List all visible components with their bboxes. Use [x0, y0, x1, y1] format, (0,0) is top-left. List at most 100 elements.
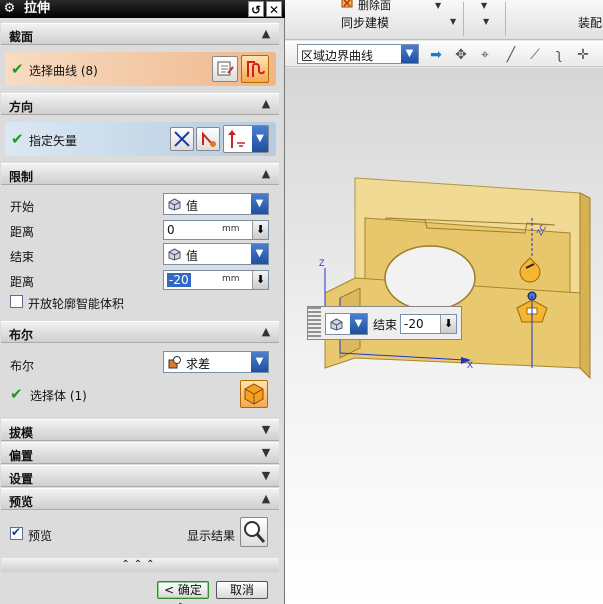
specify-vector-label: 指定矢量 [29, 134, 78, 148]
reset-button[interactable]: ↺ [248, 1, 264, 17]
curve-button[interactable] [241, 55, 269, 83]
chevron-down-icon[interactable]: ▼ [259, 446, 273, 460]
end-distance-input[interactable]: -20 mm ⬇ [163, 270, 269, 290]
check-icon: ✔ [10, 385, 23, 403]
onscreen-end-label: 结束 [373, 318, 398, 332]
chevron-down-icon[interactable]: ▼ [251, 244, 268, 264]
specify-vector-row[interactable]: ✔ 指定矢量 ▼ [5, 122, 276, 156]
chevron-down-icon[interactable]: ▼ [450, 17, 456, 26]
gear-icon[interactable]: ⚙ [2, 1, 17, 16]
preview-checkbox[interactable] [10, 525, 23, 540]
intersection-icon[interactable]: ✥ [453, 47, 469, 63]
collapse-dialog-button[interactable]: ⌃⌃⌃ [1, 558, 279, 572]
preview-label: 预览 [28, 529, 53, 543]
curve-tool-icon[interactable]: ʅ [551, 47, 567, 63]
drag-grip[interactable] [308, 307, 321, 339]
curve-icon [247, 61, 265, 77]
chevron-down-icon[interactable]: ▼ [350, 314, 367, 334]
start-distance-value[interactable]: 0 [167, 223, 175, 237]
chevron-down-icon[interactable]: ▼ [481, 1, 487, 10]
curve-rule-value: 区域边界曲线 [301, 49, 374, 63]
end-distance-label: 距离 [10, 275, 35, 289]
magnifier-icon [244, 521, 266, 543]
reverse-direction-button[interactable] [170, 127, 194, 151]
z-axis-icon [228, 130, 245, 148]
selection-toolbar: 区域边界曲线 ▼ ➡ ✥ ⌖ ╱ ⟋ ʅ ✛ [285, 41, 603, 67]
chevron-down-icon[interactable]: ▼ [251, 352, 268, 372]
delete-face-button[interactable]: 删除面 [358, 0, 391, 13]
section-title: 布尔 [9, 328, 34, 342]
solid-body-icon [244, 383, 264, 405]
chevron-up-icon[interactable]: ▲ [259, 97, 273, 111]
end-type-select[interactable]: 值 ▼ [163, 243, 269, 265]
chevron-down-icon[interactable]: ▼ [483, 17, 489, 26]
section-header-section[interactable]: 截面 ▲ [1, 23, 279, 45]
end-label: 结束 [10, 250, 35, 264]
section-header-preview[interactable]: 预览 ▲ [1, 488, 279, 510]
select-curve-label: 选择曲线 (8) [29, 64, 98, 78]
vector-dialog-button[interactable] [196, 127, 220, 151]
ribbon-toolbar: 删除面 ▼ 同步建模 ▼ ▼ ▼ 装配 [285, 0, 603, 40]
chevron-down-icon[interactable]: ▼ [251, 194, 268, 214]
chevron-up-icon[interactable]: ▲ [259, 167, 273, 181]
axis-z-label: Z [319, 258, 325, 268]
select-body-button[interactable] [240, 380, 268, 408]
section-header-draft[interactable]: 拔模 ▼ [1, 419, 279, 441]
line-icon[interactable]: ╱ [503, 47, 519, 63]
start-type-select[interactable]: 值 ▼ [163, 193, 269, 215]
cross-icon[interactable]: ✛ [575, 47, 591, 63]
section-header-settings[interactable]: 设置 ▼ [1, 465, 279, 487]
select-curve-row[interactable]: ✔ 选择曲线 (8) [5, 52, 276, 86]
start-distance-input[interactable]: 0 mm ⬇ [163, 220, 269, 240]
down-arrow-icon[interactable]: ⬇ [440, 315, 456, 333]
chevron-up-icon[interactable]: ▲ [259, 27, 273, 41]
end-type-value: 值 [186, 249, 199, 263]
ok-button[interactable]: < 确定 > [157, 581, 209, 604]
circular-hole[interactable] [384, 245, 476, 311]
assembly-group-label: 装配 [578, 16, 603, 30]
onscreen-end-input[interactable]: -20 ⬇ [400, 314, 457, 334]
open-profile-checkbox[interactable] [10, 295, 23, 308]
vector-icon [202, 131, 216, 147]
onscreen-end-value[interactable]: -20 [404, 317, 424, 331]
start-distance-label: 距离 [10, 225, 35, 239]
chevron-down-icon[interactable]: ▼ [259, 469, 273, 483]
chevron-up-icon[interactable]: ▲ [259, 325, 273, 339]
end-distance-value[interactable]: -20 [167, 273, 191, 287]
show-result-label: 显示结果 [187, 529, 236, 543]
section-header-direction[interactable]: 方向 ▲ [1, 93, 279, 115]
curve-rule-select[interactable]: 区域边界曲线 ▼ [297, 44, 419, 64]
section-title: 限制 [9, 170, 34, 184]
chevron-down-icon[interactable]: ▼ [401, 45, 418, 63]
cube-icon [168, 248, 181, 261]
boolean-value: 求差 [186, 357, 211, 371]
section-header-limits[interactable]: 限制 ▲ [1, 163, 279, 185]
onscreen-type-select[interactable]: ▼ [325, 313, 368, 335]
vector-type-dropdown[interactable]: ▼ [223, 125, 269, 153]
chevron-down-icon[interactable]: ▼ [259, 423, 273, 437]
chevron-down-icon[interactable]: ▼ [252, 126, 268, 152]
forward-arrow-icon[interactable]: ➡ [428, 47, 444, 63]
on-screen-input[interactable]: ▼ 结束 -20 ⬇ [307, 306, 462, 340]
block-side-face[interactable] [579, 192, 591, 380]
section-header-boolean[interactable]: 布尔 ▲ [1, 321, 279, 343]
chevron-down-icon[interactable]: ▼ [435, 1, 441, 10]
down-arrow-icon[interactable]: ⬇ [252, 221, 268, 239]
chevron-up-icon[interactable]: ▲ [259, 492, 273, 506]
dialog-titlebar: ⚙ 拉伸 ↺ ✕ [0, 0, 285, 18]
close-button[interactable]: ✕ [266, 1, 282, 17]
show-result-button[interactable] [240, 517, 268, 547]
sketch-section-button[interactable] [212, 56, 238, 82]
snap-center-icon[interactable]: ⌖ [477, 47, 493, 63]
section-title: 截面 [9, 30, 34, 44]
down-arrow-icon[interactable]: ⬇ [252, 271, 268, 289]
slash-line-icon[interactable]: ⟋ [527, 47, 543, 63]
boolean-select[interactable]: 求差 ▼ [163, 351, 269, 373]
boolean-label: 布尔 [10, 359, 35, 373]
cancel-button[interactable]: 取消 [216, 581, 268, 599]
cube-icon [330, 318, 343, 331]
section-title: 方向 [9, 100, 34, 114]
sync-modeling-group-label: 同步建模 [341, 16, 390, 30]
graphics-viewport[interactable]: X Z ZC ▼ 结束 -20 ⬇ [285, 68, 603, 604]
section-header-offset[interactable]: 偏置 ▼ [1, 442, 279, 464]
